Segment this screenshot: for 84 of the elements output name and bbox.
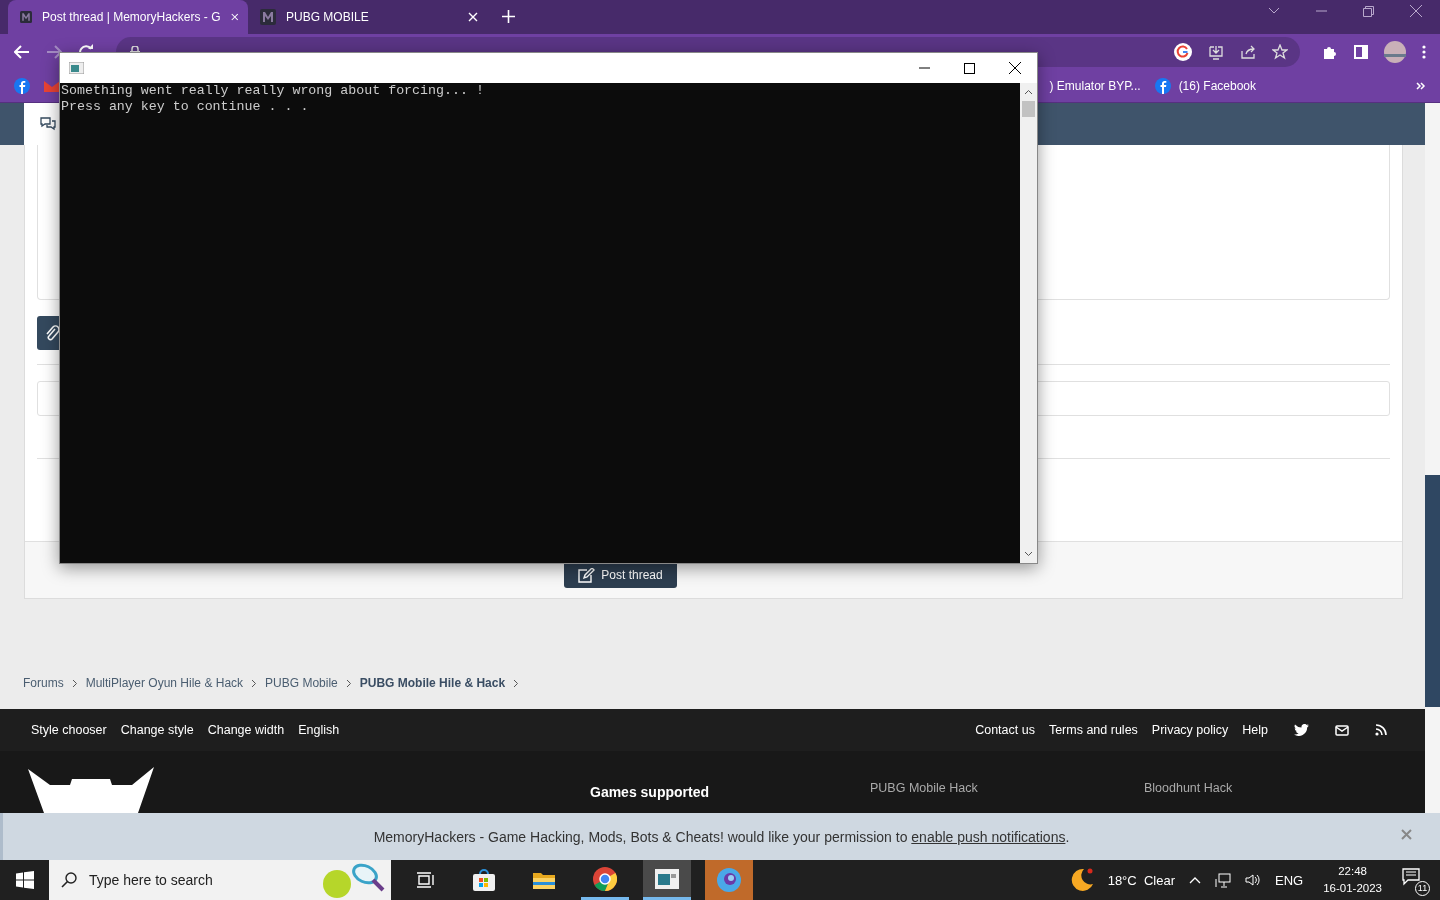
- games-heading: Games supported: [590, 784, 710, 800]
- tab-title: Post thread | MemoryHackers - G: [42, 10, 221, 24]
- windows-icon[interactable]: [16, 871, 34, 889]
- bookmark[interactable]: [14, 78, 30, 94]
- scrollbar-thumb[interactable]: [1022, 101, 1035, 117]
- post-thread-button[interactable]: Post thread: [564, 562, 677, 588]
- footer-link[interactable]: Change style: [120, 723, 194, 737]
- close-icon[interactable]: [1009, 62, 1021, 74]
- footer-link[interactable]: Style chooser: [31, 723, 107, 737]
- mail-icon[interactable]: [1335, 724, 1349, 736]
- chevron-right-icon: [71, 678, 78, 688]
- notification-icon[interactable]: [1402, 868, 1422, 886]
- breadcrumb-link[interactable]: PUBG Mobile Hile & Hack: [359, 676, 506, 690]
- puzzle-icon[interactable]: [1322, 44, 1338, 60]
- back-arrow-icon[interactable]: [14, 45, 30, 59]
- chevron-right-icon: [251, 678, 258, 688]
- clock-date: 16-01-2023: [1323, 881, 1382, 896]
- logo-icon: [28, 767, 156, 813]
- tennis-ball-icon: [321, 862, 385, 898]
- restore-icon[interactable]: [1363, 5, 1374, 17]
- language-indicator[interactable]: ENG: [1275, 872, 1304, 888]
- maximize-icon[interactable]: [964, 62, 975, 74]
- twitter-icon[interactable]: [1294, 724, 1309, 736]
- chevron-up-icon[interactable]: [1189, 876, 1201, 884]
- scrollbar-thumb[interactable]: [1425, 475, 1440, 707]
- footer-link[interactable]: Contact us: [975, 723, 1035, 737]
- console-output-line: Something went really really wrong about forcing... !: [61, 83, 485, 99]
- task-view-icon[interactable]: [417, 872, 435, 888]
- weather-text: 18°C Clear: [1107, 872, 1175, 888]
- notification-text: MemoryHackers - Game Hacking, Mods, Bots & Cheats! would like your permission to enable push notifications.: [373, 828, 1070, 845]
- footer-link[interactable]: Privacy policy: [1151, 723, 1229, 737]
- facebook-icon: [14, 78, 30, 94]
- tab-title: PUBG MOBILE: [286, 10, 370, 24]
- chat-icon: [39, 117, 57, 131]
- chevron-right-icon[interactable]: [1416, 82, 1426, 90]
- chrome-icon[interactable]: [593, 866, 617, 891]
- scroll-down-icon[interactable]: [1024, 551, 1033, 557]
- footer-link[interactable]: Terms and rules: [1048, 723, 1138, 737]
- more-icon[interactable]: [1422, 45, 1426, 59]
- taskbar-search[interactable]: Type here to search: [49, 860, 391, 900]
- forward-arrow-icon[interactable]: [46, 45, 62, 59]
- logo-icon: [20, 9, 32, 25]
- chevron-right-icon: [513, 678, 520, 688]
- browser-tab[interactable]: PUBG MOBILE: [248, 0, 488, 34]
- side-panel-icon[interactable]: [1354, 45, 1368, 59]
- console-app-icon: [69, 62, 84, 74]
- share-icon[interactable]: [1240, 44, 1256, 60]
- notification-count: 11: [1415, 881, 1430, 896]
- console-output-line: Press any key to continue . . .: [61, 99, 310, 115]
- speaker-icon[interactable]: [1245, 873, 1261, 887]
- mail-icon: [44, 80, 60, 92]
- app-icon[interactable]: [716, 867, 742, 893]
- game-link[interactable]: Bloodhunt Hack: [1144, 767, 1418, 795]
- breadcrumb-link[interactable]: PUBG Mobile: [265, 676, 338, 690]
- store-icon[interactable]: [473, 869, 495, 891]
- star-icon[interactable]: [1272, 44, 1288, 60]
- bookmark-label: (16) Facebook: [1178, 79, 1256, 93]
- breadcrumb-link[interactable]: Forums: [23, 676, 64, 690]
- footer-link[interactable]: Help: [1242, 723, 1268, 737]
- logo-icon: [260, 9, 276, 25]
- game-link[interactable]: PUBG Mobile Hack: [870, 767, 1144, 795]
- console-app-icon[interactable]: [655, 868, 679, 889]
- footer-link[interactable]: Change width: [207, 723, 285, 737]
- chevron-right-icon: [345, 678, 352, 688]
- facebook-icon: [1154, 78, 1171, 94]
- moon-icon: [1069, 868, 1094, 892]
- folder-icon[interactable]: [533, 871, 555, 889]
- google-icon[interactable]: [1174, 43, 1192, 61]
- new-tab-icon[interactable]: [502, 10, 515, 23]
- network-icon[interactable]: [1215, 872, 1231, 888]
- edit-icon: [578, 567, 596, 583]
- install-icon[interactable]: [1208, 44, 1224, 60]
- rss-icon[interactable]: [1375, 724, 1387, 736]
- footer-link[interactable]: English: [298, 723, 340, 737]
- search-icon: [61, 872, 77, 888]
- chevron-down-icon[interactable]: [1268, 7, 1280, 15]
- scroll-up-icon[interactable]: [1024, 89, 1033, 95]
- browser-tab[interactable]: Post thread | MemoryHackers - G: [8, 0, 248, 34]
- search-placeholder: Type here to search: [89, 872, 213, 888]
- bookmark-link[interactable]: ) Emulator BYP...: [1049, 79, 1141, 93]
- avatar-icon[interactable]: [1384, 41, 1406, 63]
- bookmark[interactable]: (16) Facebook: [1154, 78, 1256, 94]
- clock-time: 22:48: [1338, 864, 1367, 879]
- breadcrumb-link[interactable]: MultiPlayer Oyun Hile & Hack: [85, 676, 244, 690]
